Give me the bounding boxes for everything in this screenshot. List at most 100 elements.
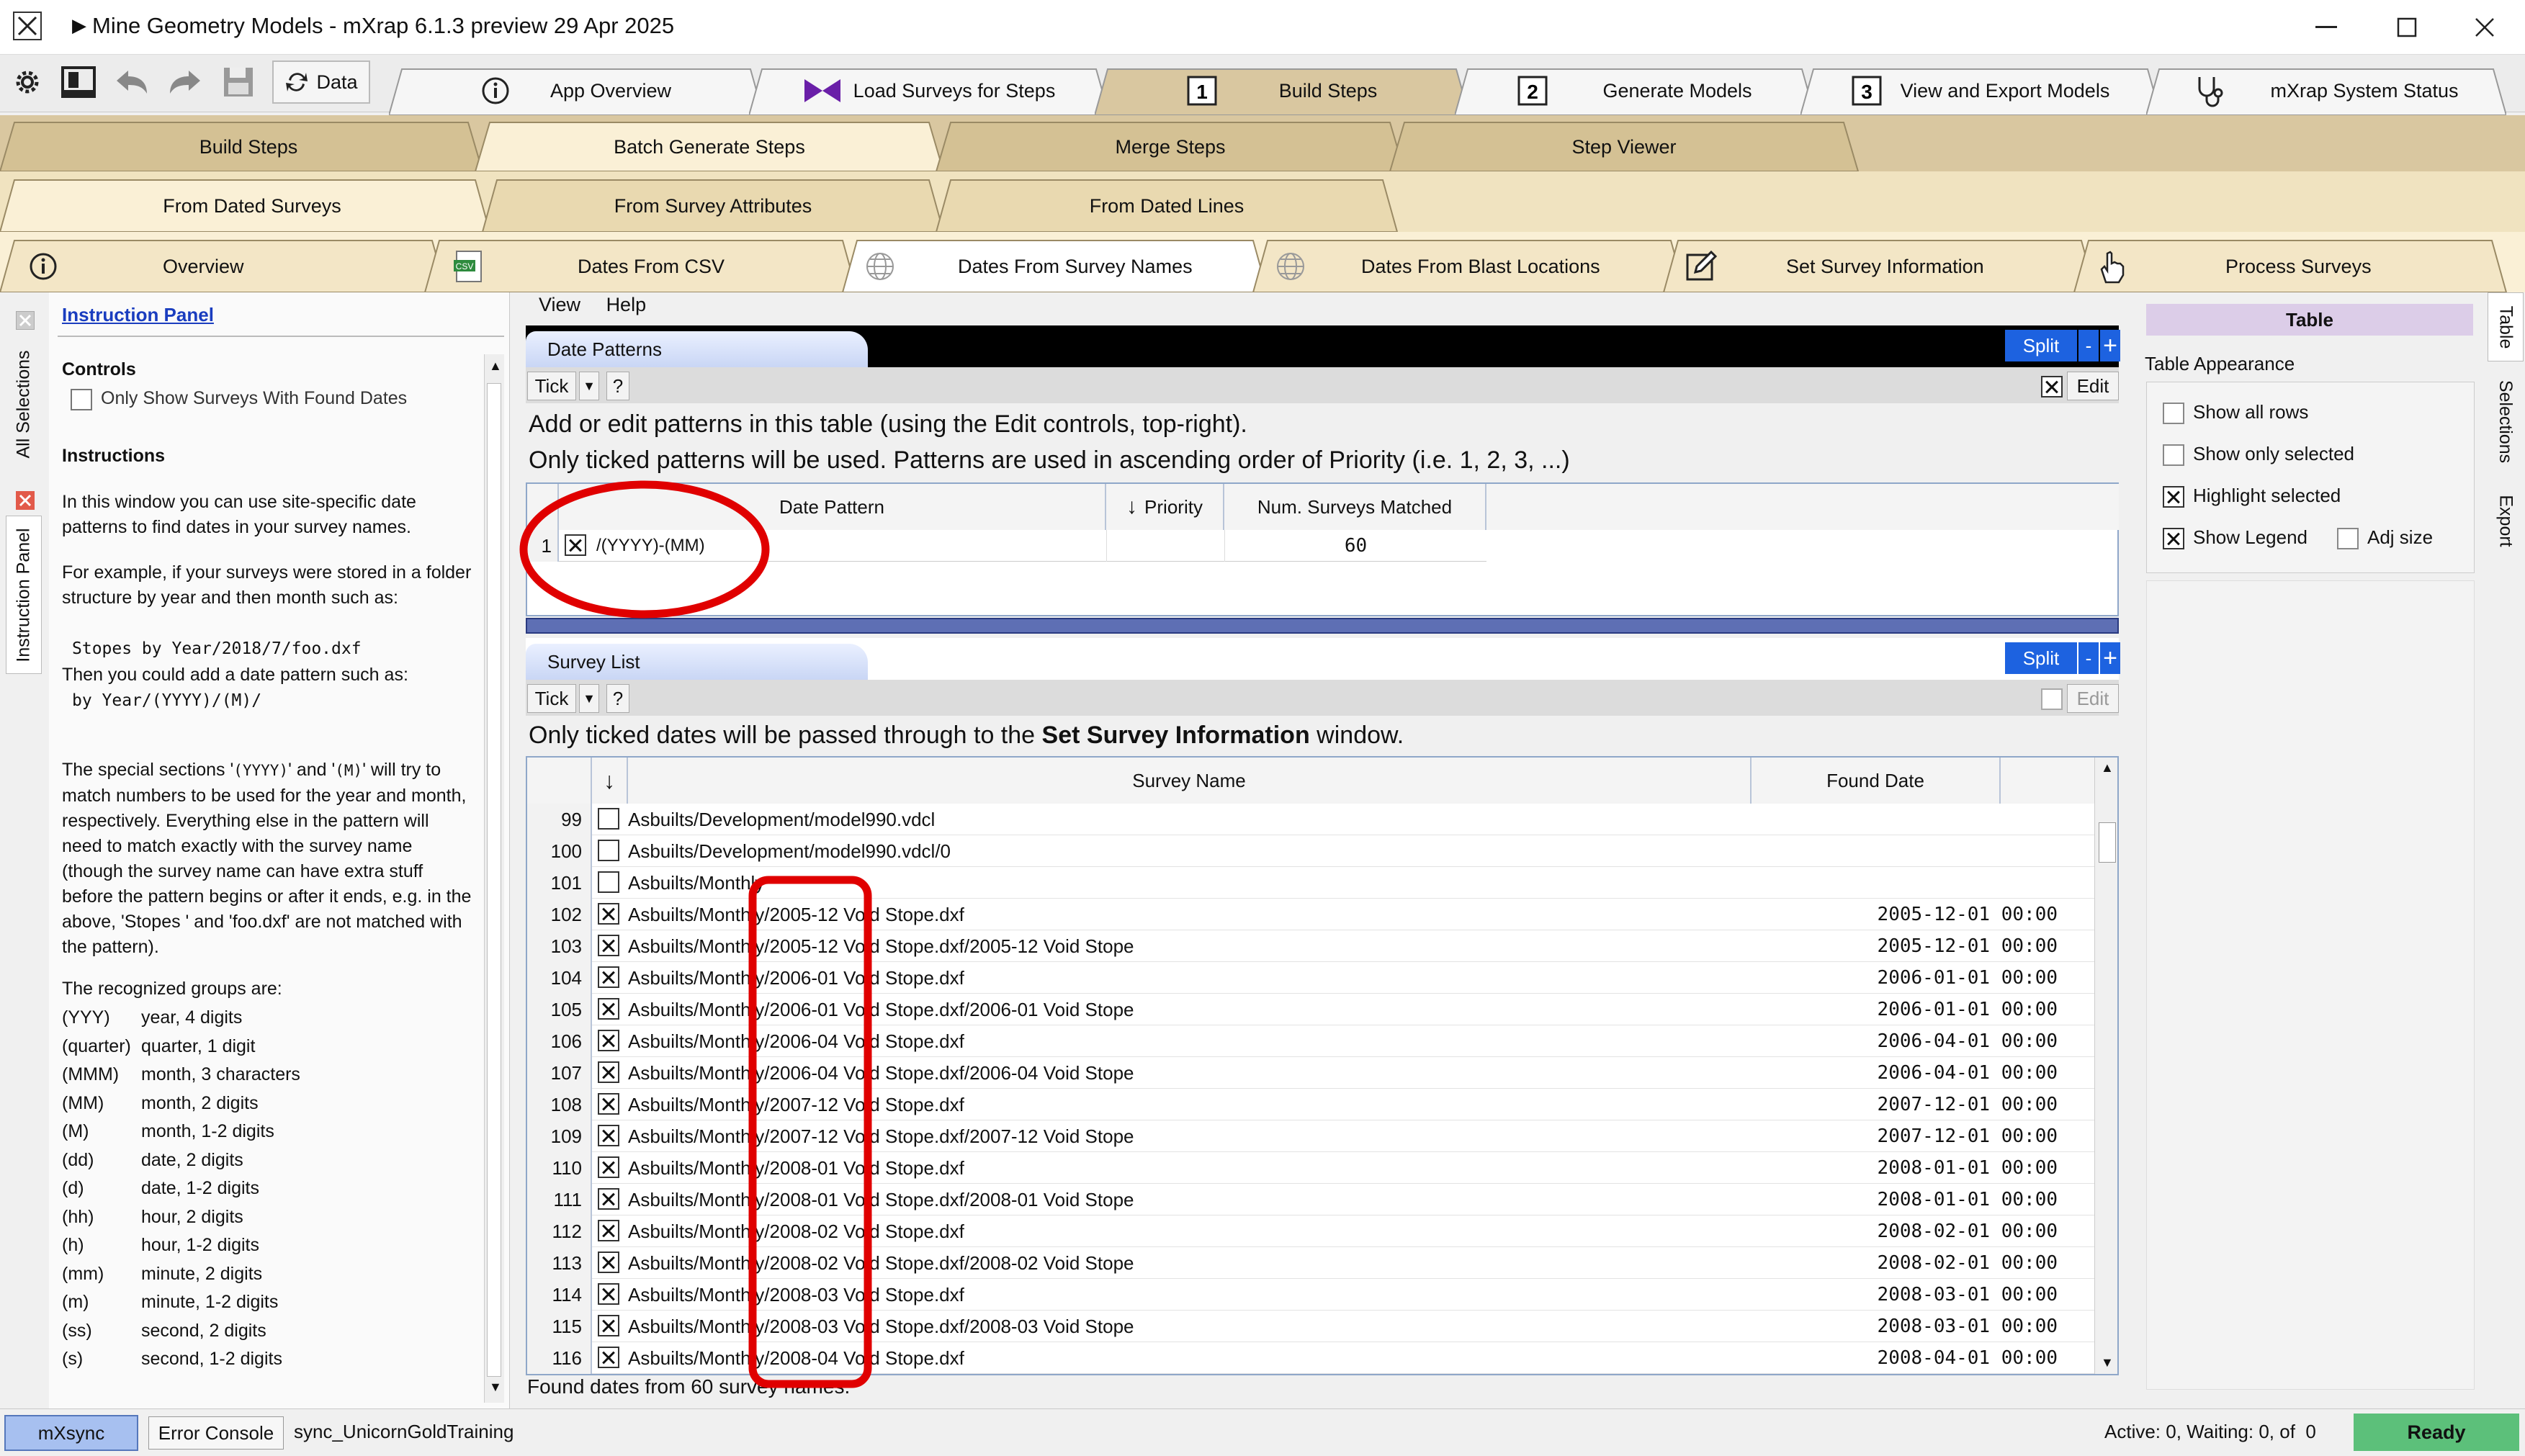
group-description: second, 2 digits — [141, 1320, 266, 1341]
group-item: (M) month, 1-2 digits — [62, 1119, 274, 1144]
tab-set-survey-information[interactable]: Set Survey Information — [1685, 241, 2081, 292]
scrollbar[interactable]: ▲ ▼ — [484, 354, 504, 1403]
step-3-icon: 3 — [1852, 76, 1882, 106]
show-legend-checkbox[interactable] — [2163, 528, 2184, 549]
subtab-batch-generate[interactable]: Batch Generate Steps — [490, 122, 929, 171]
annotation-rectangle — [748, 876, 872, 1388]
table-settings-body — [2146, 580, 2475, 1390]
vtab-all-selections[interactable]: All Selections — [6, 336, 42, 472]
stethoscope-icon — [2198, 77, 2223, 107]
tab-load-surveys[interactable]: Load Surveys for Steps — [749, 66, 1109, 115]
option-label: Show all rows — [2193, 401, 2309, 423]
annotation-ellipse — [519, 480, 770, 619]
group-description: second, 1-2 digits — [141, 1349, 282, 1369]
tab-dates-from-survey-names[interactable]: Dates From Survey Names — [864, 241, 1253, 292]
group-key: (s) — [62, 1349, 84, 1369]
subtab-build-steps[interactable]: Build Steps — [14, 122, 483, 171]
show-all-rows-checkbox[interactable] — [2163, 403, 2184, 424]
info-icon — [30, 253, 57, 280]
tab-process-surveys[interactable]: Process Surveys — [2096, 241, 2492, 292]
group-key: (MM) — [62, 1092, 104, 1113]
scroll-down-icon[interactable]: ▼ — [489, 1380, 502, 1395]
group-key: (quarter) — [62, 1035, 131, 1056]
tab-label: Build Steps — [1278, 79, 1378, 102]
svg-text:1: 1 — [1196, 81, 1208, 103]
instruction-panel: Instruction Panel ▲ ▼ Controls Only Show… — [49, 292, 510, 1408]
tab-app-overview[interactable]: App Overview — [389, 66, 763, 115]
tab-build-steps[interactable]: 1 Build Steps — [1095, 66, 1469, 115]
adj-size-checkbox[interactable] — [2337, 528, 2359, 549]
group-key: (d) — [62, 1178, 84, 1198]
group-item: (mm) minute, 2 digits — [62, 1262, 262, 1287]
group-description: year, 4 digits — [141, 1007, 243, 1028]
tab-dates-from-csv[interactable]: CSV Dates From CSV — [454, 241, 843, 292]
instructions-heading: Instructions — [62, 446, 166, 466]
scroll-thumb[interactable] — [487, 383, 501, 1377]
tab-label: View and Export Models — [1900, 79, 2110, 102]
error-console-button[interactable]: Error Console — [148, 1416, 284, 1450]
vtab-table[interactable]: Table — [2488, 292, 2524, 361]
option-label: Show only selected — [2193, 443, 2355, 464]
step-2-icon: 2 — [1517, 76, 1548, 106]
instruction-paragraph: For example, if your surveys were stored… — [62, 562, 472, 608]
maximize-button[interactable] — [2371, 7, 2443, 48]
title-bar: ▶ Mine Geometry Models - mXrap 6.1.3 pre… — [0, 0, 2525, 55]
subtab-merge-steps[interactable]: Merge Steps — [951, 122, 1390, 171]
close-icon[interactable] — [16, 311, 35, 330]
tab-generate-models[interactable]: 2 Generate Models — [1455, 66, 1815, 115]
table-settings-panel: Table Table Appearance Show all rows Sho… — [2133, 292, 2483, 1408]
globe-icon — [1277, 253, 1304, 280]
tab-view-export-models[interactable]: 3 View and Export Models — [1800, 66, 2161, 115]
vtab-selections[interactable]: Selections — [2488, 367, 2524, 475]
mxsync-button[interactable]: mXsync — [4, 1415, 138, 1451]
group-key: (YYY) — [62, 1007, 110, 1028]
group-item: (dd) date, 2 digits — [62, 1148, 243, 1173]
vtab-export[interactable]: Export — [2488, 481, 2524, 560]
group-item: (hh) hour, 2 digits — [62, 1205, 243, 1230]
close-icon[interactable] — [16, 491, 35, 510]
edit-icon — [1686, 251, 1717, 281]
table-panel-header: Table — [2146, 304, 2473, 336]
status-bar: mXsync Error Console sync_UnicornGoldTra… — [0, 1408, 2525, 1456]
tab-from-survey-attributes[interactable]: From Survey Attributes — [497, 180, 929, 232]
option-label: Highlight selected — [2193, 485, 2341, 506]
step-1-icon: 1 — [1187, 76, 1217, 106]
subtab-step-viewer[interactable]: Step Viewer — [1404, 122, 1844, 171]
minimize-button[interactable] — [2290, 7, 2362, 48]
svg-text:3: 3 — [1861, 81, 1873, 103]
group-key: (ss) — [62, 1320, 92, 1341]
close-button[interactable] — [2449, 7, 2521, 48]
only-show-found-checkbox[interactable] — [71, 389, 92, 410]
option-label: Adj size — [2367, 526, 2434, 548]
hand-icon — [2100, 251, 2125, 284]
code-example: by Year/(YYYY)/(M)/ — [72, 691, 262, 710]
main-tab-bar: App Overview Load Surveys for Steps 1 Bui… — [0, 60, 2525, 115]
code-example: Stopes by Year/2018/7/foo.dxf — [72, 639, 362, 658]
vtab-instruction-panel[interactable]: Instruction Panel — [6, 516, 42, 674]
group-description: hour, 1-2 digits — [141, 1235, 259, 1255]
tab-overview[interactable]: Overview — [29, 241, 432, 292]
main-content: View Help Date Patterns Split - + Tick ▼… — [519, 292, 2125, 1408]
annotation-overlay — [519, 480, 872, 1388]
highlight-selected-checkbox[interactable] — [2163, 486, 2184, 508]
ready-status-badge: Ready — [2354, 1414, 2519, 1451]
tab-system-status[interactable]: mXrap System Status — [2146, 66, 2506, 115]
app-logo-icon — [13, 12, 42, 40]
tab-label: Load Surveys for Steps — [853, 79, 1056, 102]
table-appearance-box: Show all rows Show only selected Highlig… — [2146, 382, 2475, 573]
group-item: (ss) second, 2 digits — [62, 1318, 266, 1344]
group-item: (MMM) month, 3 characters — [62, 1062, 300, 1087]
info-icon — [482, 77, 509, 104]
instruction-panel-title[interactable]: Instruction Panel — [62, 304, 214, 326]
left-vertical-tabs: All Selections Instruction Panel — [0, 292, 49, 1408]
tab-from-dated-lines[interactable]: From Dated Lines — [951, 180, 1383, 232]
tab-from-dated-surveys[interactable]: From Dated Surveys — [14, 180, 490, 232]
tab-dates-from-blast-locations[interactable]: Dates From Blast Locations — [1275, 241, 1671, 292]
divider — [58, 336, 504, 337]
group-description: month, 2 digits — [141, 1092, 259, 1113]
sync-name: sync_UnicornGoldTraining — [294, 1421, 514, 1442]
show-only-selected-checkbox[interactable] — [2163, 444, 2184, 466]
scroll-up-icon[interactable]: ▲ — [489, 359, 502, 374]
activity-status: Active: 0, Waiting: 0, of 0 — [2104, 1421, 2316, 1442]
option-label: Show Legend — [2193, 526, 2308, 548]
